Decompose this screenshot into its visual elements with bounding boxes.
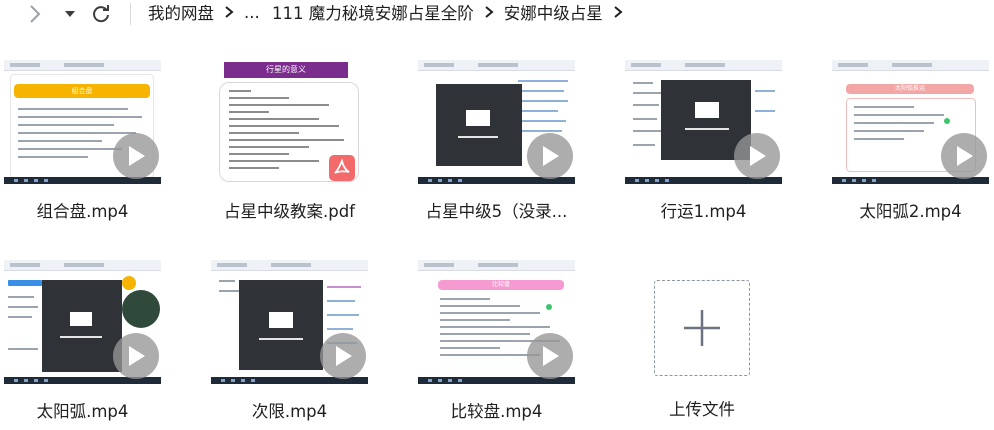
pdf-thumbnail: 行星的意义 — [211, 60, 368, 184]
upload-file-label[interactable]: 上传文件 — [640, 396, 764, 420]
play-icon — [320, 333, 366, 379]
file-name: 次限.mp4 — [251, 402, 328, 421]
file-name: 组合盘.mp4 — [36, 202, 129, 221]
video-thumbnail: 太阳弧推运 — [832, 60, 989, 184]
file-item[interactable]: 组合盘 组合盘.mp4 — [0, 60, 170, 230]
video-thumbnail — [625, 60, 782, 184]
video-thumbnail — [211, 260, 368, 384]
upload-file-button[interactable] — [654, 280, 750, 376]
file-name: 占星中级教案.pdf — [223, 202, 355, 221]
file-grid: 组合盘 组合盘.mp4 行星的意义 占星中级教案.pdf 占星中级5（没录...… — [0, 0, 994, 421]
play-icon — [527, 133, 573, 179]
video-thumbnail — [418, 60, 575, 184]
thumbnail-banner: 比较盘 — [438, 280, 564, 290]
file-name: 占星中级5（没录... — [425, 202, 568, 221]
play-icon — [941, 133, 987, 179]
video-thumbnail: 比较盘 — [418, 260, 575, 384]
file-item[interactable]: 太阳弧推运 太阳弧2.mp4 — [818, 60, 994, 230]
file-name: 太阳弧2.mp4 — [859, 202, 962, 221]
file-name: 行运1.mp4 — [660, 202, 747, 221]
thumbnail-banner: 太阳弧推运 — [846, 84, 974, 94]
play-icon — [113, 333, 159, 379]
video-thumbnail — [4, 260, 161, 384]
file-item[interactable]: 占星中级5（没录... — [404, 60, 584, 230]
pdf-icon — [329, 155, 355, 181]
file-item[interactable]: 行星的意义 占星中级教案.pdf — [197, 60, 377, 230]
file-item[interactable]: 太阳弧.mp4 — [0, 260, 170, 430]
play-icon — [734, 133, 780, 179]
file-item[interactable]: 比较盘 比较盘.mp4 — [404, 260, 584, 430]
plus-icon — [684, 310, 720, 346]
play-icon — [527, 333, 573, 379]
thumbnail-banner: 组合盘 — [14, 84, 150, 98]
file-name: 太阳弧.mp4 — [36, 402, 129, 421]
file-name: 比较盘.mp4 — [450, 402, 543, 421]
video-thumbnail: 组合盘 — [4, 60, 161, 184]
play-icon — [113, 133, 159, 179]
thumbnail-banner: 行星的意义 — [224, 62, 348, 78]
file-item[interactable]: 次限.mp4 — [197, 260, 377, 430]
file-item[interactable]: 行运1.mp4 — [611, 60, 791, 230]
